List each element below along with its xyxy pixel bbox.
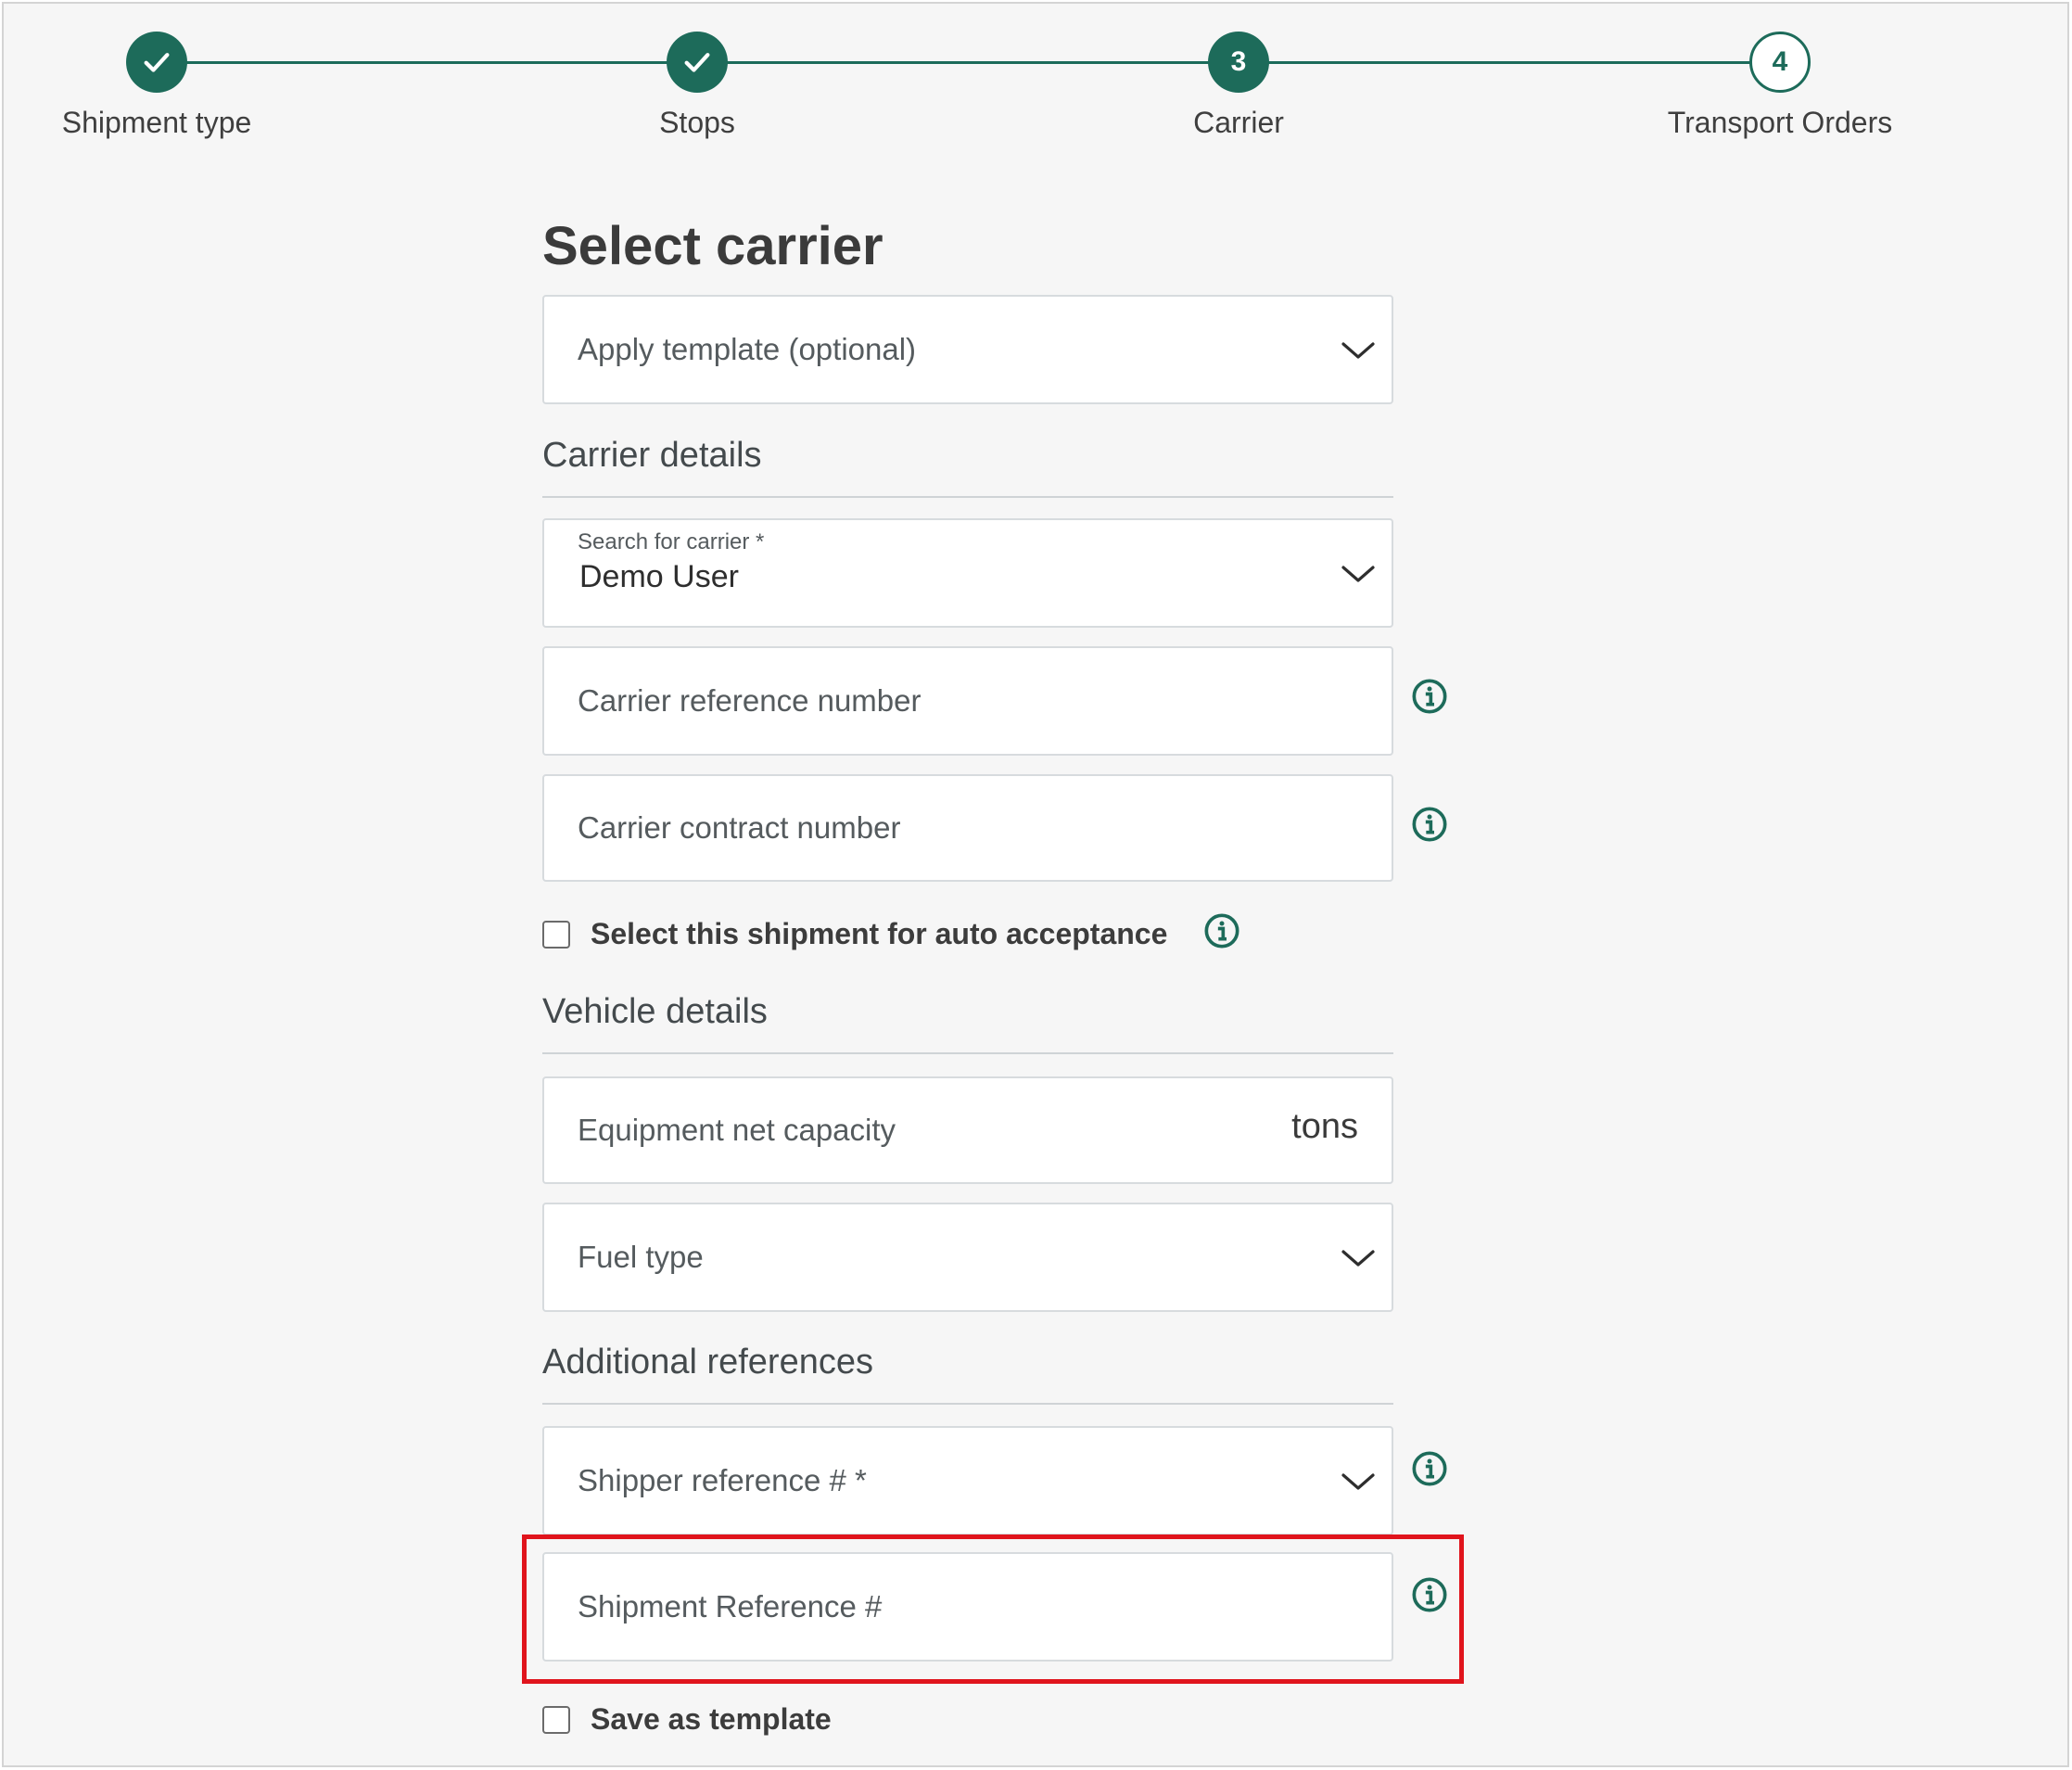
page-title: Select carrier: [542, 216, 883, 276]
progress-stepper: Shipment type Stops 3 Carrier 4 Transpor…: [4, 4, 2067, 161]
chevron-down-icon: [1341, 566, 1375, 582]
step-label: Carrier: [1193, 106, 1284, 139]
check-icon: [684, 53, 710, 72]
step-carrier[interactable]: 3 Carrier: [1053, 32, 1424, 140]
step-stops[interactable]: Stops: [512, 32, 883, 140]
save-template-row: Save as template: [542, 1702, 832, 1737]
carrier-search-value: Demo User: [579, 559, 739, 594]
capacity-unit: tons: [1291, 1107, 1358, 1147]
check-icon: [144, 53, 170, 72]
step-label: Stops: [659, 106, 735, 139]
carrier-search-select[interactable]: Search for carrier * Demo User: [542, 518, 1393, 628]
carrier-reference-placeholder: Carrier reference number: [578, 683, 922, 718]
chevron-down-icon: [1341, 1250, 1375, 1267]
auto-acceptance-checkbox[interactable]: [542, 920, 570, 949]
section-heading-carrier-details: Carrier details: [542, 436, 1393, 498]
equipment-capacity-placeholder: Equipment net capacity: [578, 1113, 896, 1147]
info-icon[interactable]: [1203, 912, 1240, 949]
step-shipment-type[interactable]: Shipment type: [0, 32, 342, 140]
info-icon[interactable]: [1411, 678, 1448, 715]
carrier-contract-input[interactable]: Carrier contract number: [542, 774, 1393, 882]
chevron-down-icon: [1341, 342, 1375, 359]
section-heading-vehicle-details: Vehicle details: [542, 992, 1393, 1054]
step-complete-circle: [126, 32, 187, 93]
apply-template-select[interactable]: Apply template (optional): [542, 295, 1393, 404]
auto-acceptance-row: Select this shipment for auto acceptance: [542, 917, 1167, 951]
fuel-type-placeholder: Fuel type: [578, 1240, 704, 1274]
shipper-reference-placeholder: Shipper reference # *: [578, 1463, 867, 1497]
page-frame: Shipment type Stops 3 Carrier 4 Transpor…: [2, 2, 2069, 1767]
save-template-checkbox[interactable]: [542, 1705, 570, 1734]
step-label: Shipment type: [61, 106, 252, 139]
step-complete-circle: [667, 32, 728, 93]
template-placeholder: Apply template (optional): [578, 332, 917, 366]
step-number-circle: 4: [1749, 32, 1811, 93]
step-number-circle: 3: [1208, 32, 1269, 93]
step-label: Transport Orders: [1667, 106, 1893, 139]
section-heading-additional-references: Additional references: [542, 1343, 1393, 1405]
carrier-contract-placeholder: Carrier contract number: [578, 810, 901, 845]
chevron-down-icon: [1341, 1473, 1375, 1490]
auto-acceptance-label[interactable]: Select this shipment for auto acceptance: [591, 917, 1167, 951]
shipper-reference-select[interactable]: Shipper reference # *: [542, 1426, 1393, 1535]
save-template-label[interactable]: Save as template: [591, 1702, 832, 1737]
fuel-type-select[interactable]: Fuel type: [542, 1203, 1393, 1312]
step-transport-orders[interactable]: 4 Transport Orders: [1595, 32, 1965, 140]
equipment-capacity-input[interactable]: Equipment net capacity tons: [542, 1076, 1393, 1184]
info-icon[interactable]: [1411, 806, 1448, 843]
highlight-box: [522, 1534, 1464, 1684]
carrier-reference-input[interactable]: Carrier reference number: [542, 646, 1393, 756]
carrier-search-label: Search for carrier *: [578, 529, 765, 554]
info-icon[interactable]: [1411, 1450, 1448, 1487]
